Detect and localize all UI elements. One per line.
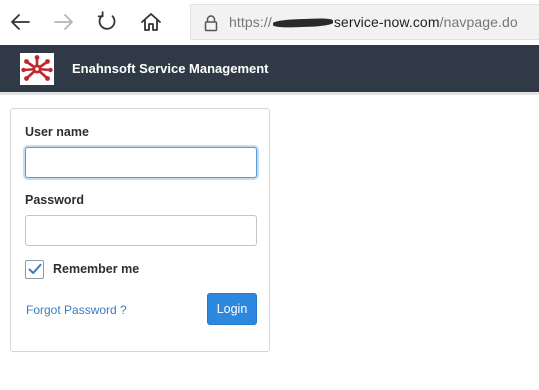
url-text: https:// service-now.com/navpage.do	[229, 14, 518, 30]
password-input[interactable]	[25, 215, 257, 246]
url-host: service-now.com	[333, 14, 440, 30]
address-bar[interactable]: https:// service-now.com/navpage.do	[190, 4, 539, 40]
app-header: Enahnsoft Service Management	[0, 45, 539, 95]
logo	[20, 53, 54, 85]
refresh-button[interactable]	[93, 8, 121, 36]
login-panel: User name Password Remember me Forgot Pa…	[10, 108, 270, 352]
remember-me-label: Remember me	[53, 262, 140, 276]
username-label: User name	[25, 125, 89, 139]
remember-me-row: Remember me	[25, 259, 139, 279]
refresh-icon	[97, 11, 116, 30]
back-button[interactable]	[6, 8, 34, 36]
browser-toolbar: https:// service-now.com/navpage.do	[0, 0, 539, 45]
arrow-left-icon	[11, 14, 30, 30]
remember-me-checkbox[interactable]	[25, 259, 44, 279]
url-path: /navpage.do	[439, 14, 518, 30]
forward-button[interactable]	[50, 8, 78, 36]
logo-icon	[21, 55, 53, 81]
username-input[interactable]	[25, 147, 257, 178]
password-label: Password	[25, 193, 85, 207]
app-title: Enahnsoft Service Management	[72, 61, 269, 76]
lock-icon	[204, 15, 218, 32]
url-redaction	[272, 18, 333, 29]
login-button[interactable]: Login	[207, 293, 257, 325]
url-prefix: https://	[229, 14, 272, 30]
home-icon	[141, 13, 161, 31]
forgot-password-link[interactable]: Forgot Password ?	[26, 303, 127, 317]
home-button[interactable]	[137, 8, 165, 36]
arrow-right-icon	[54, 14, 73, 30]
checkmark-icon	[28, 263, 41, 274]
